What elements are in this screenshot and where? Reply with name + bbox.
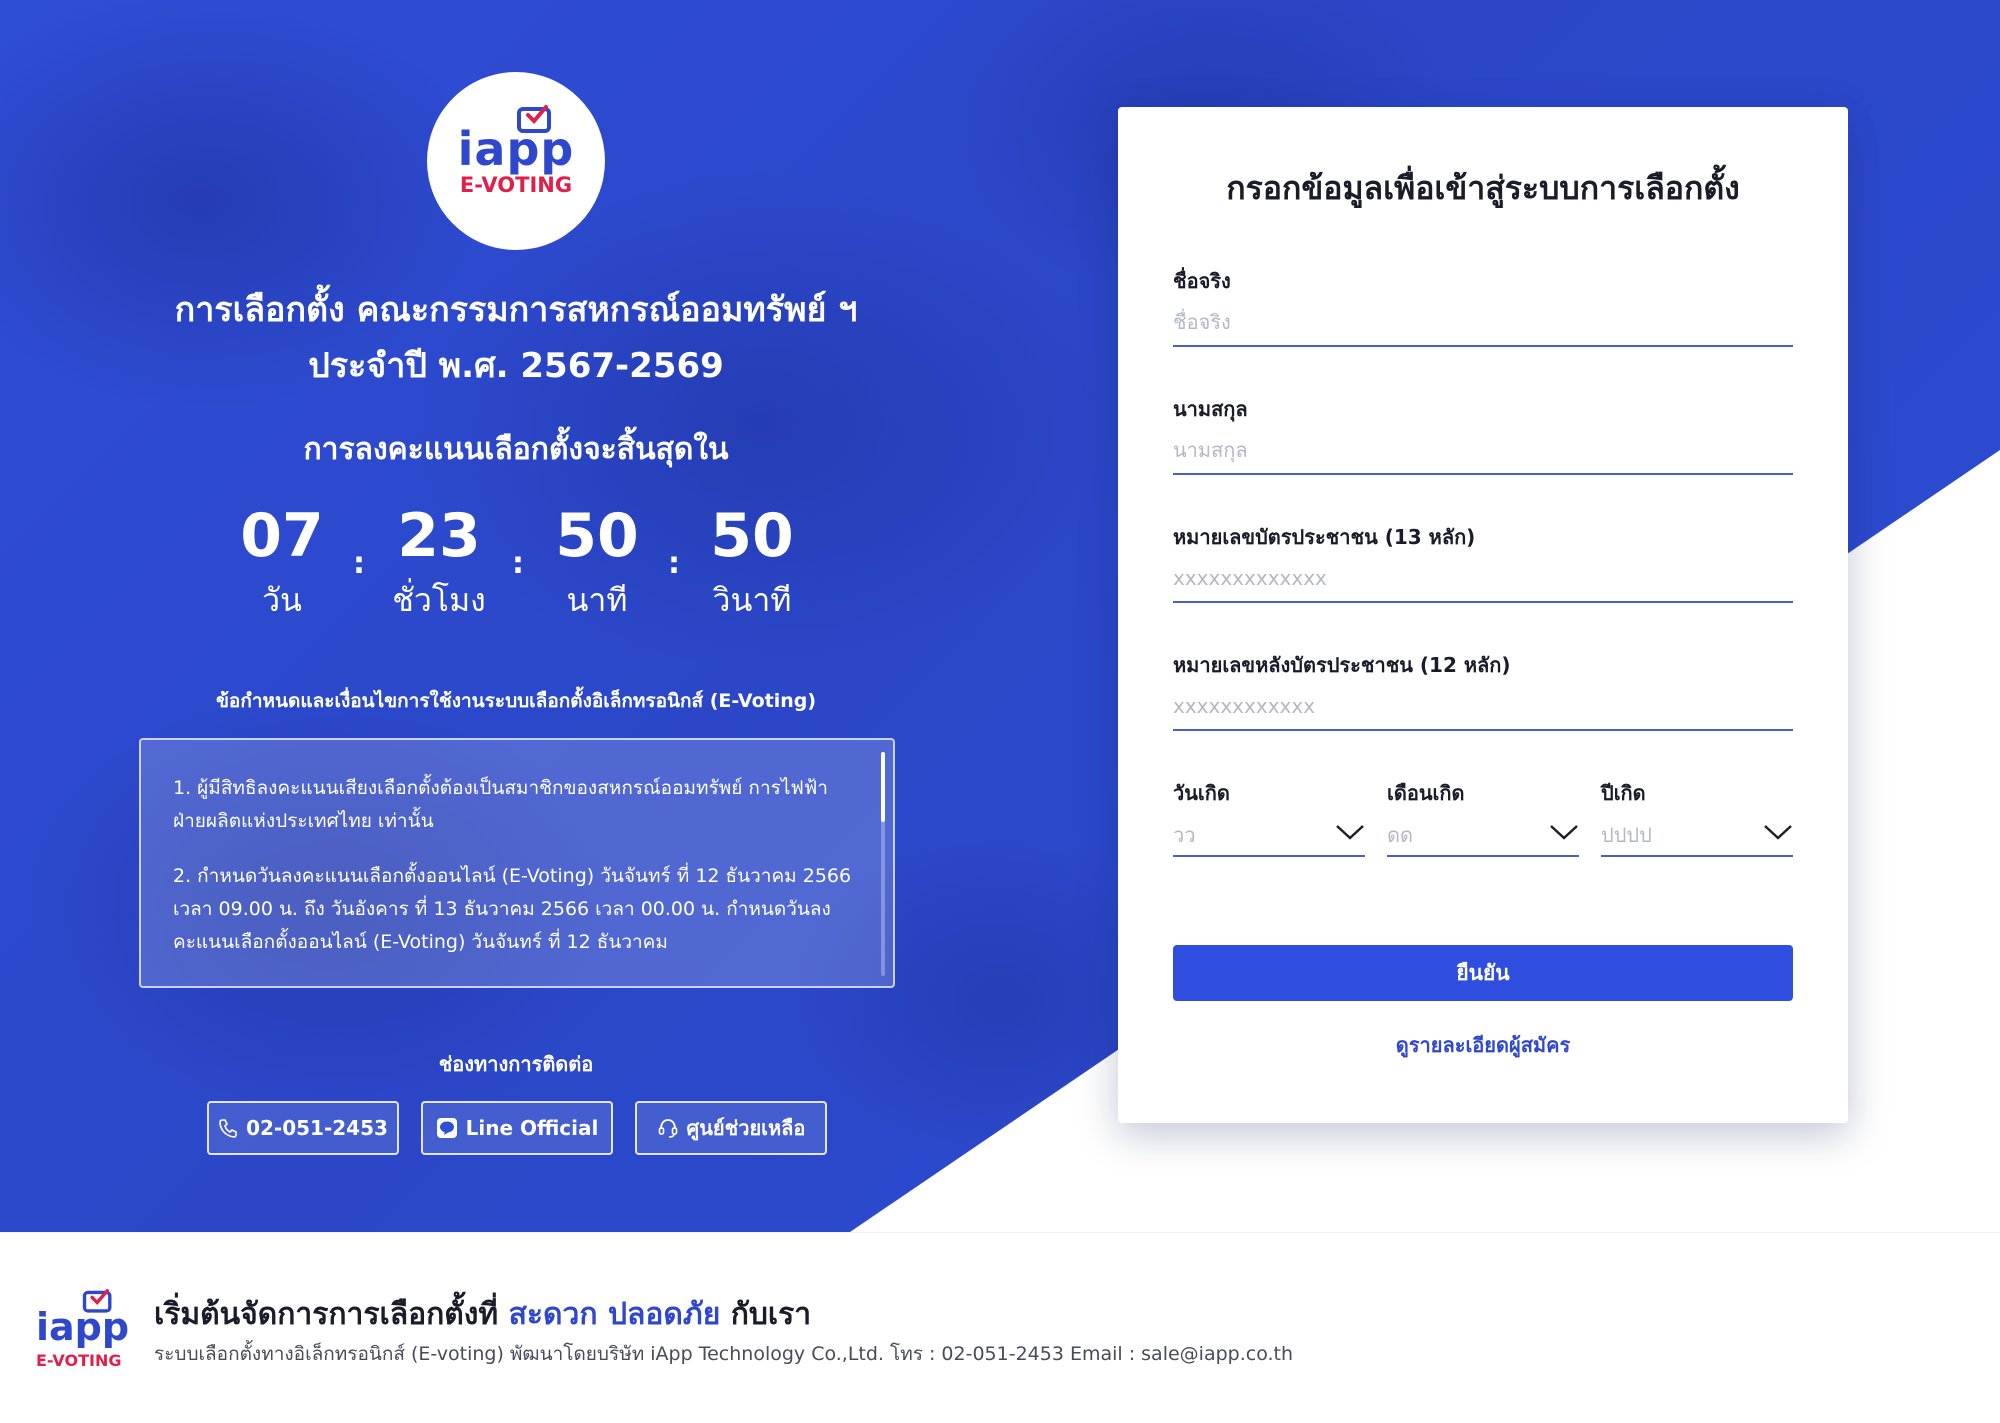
terms-heading: ข้อกำหนดและเงื่อนไขการใช้งานระบบเลือกตั้…	[215, 690, 817, 712]
footer-company-info: ระบบเลือกตั้งทางอิเล็กทรอนิกส์ (E-voting…	[154, 1343, 1294, 1365]
phone-contact-label: 02-051-2453	[246, 1116, 388, 1140]
headset-icon	[658, 1119, 677, 1138]
countdown-days: 07	[240, 501, 324, 571]
birth-day-select[interactable]: วว	[1173, 811, 1365, 857]
countdown-days-label: วัน	[262, 581, 302, 619]
last-name-input[interactable]	[1173, 427, 1793, 475]
chevron-down-icon	[1550, 825, 1578, 840]
footer: iapp E-VOTING เริ่มต้นจัดการการเลือกตั้ง…	[0, 1232, 2000, 1423]
last-name-label: นามสกุล	[1173, 397, 1248, 421]
iapp-evoting-logo: iapp E-VOTING	[427, 72, 605, 250]
footer-logo-subtitle: E-VOTING	[36, 1351, 122, 1370]
birth-month-select[interactable]: ดด	[1387, 811, 1579, 857]
first-name-input[interactable]	[1173, 299, 1793, 347]
birth-day-value: วว	[1173, 823, 1196, 847]
birth-month-label: เดือนเกิด	[1387, 781, 1465, 805]
ballot-check-icon	[516, 105, 551, 133]
countdown-minutes: 50	[555, 501, 639, 571]
countdown-heading: การลงคะแนนเลือกตั้งจะสิ้นสุดใน	[303, 432, 729, 467]
id-card-input[interactable]	[1173, 555, 1793, 603]
terms-scroll-box[interactable]: 1. ผู้มีสิทธิลงคะแนนเสียงเลือกตั้งต้องเป…	[139, 738, 895, 988]
chevron-down-icon	[1764, 825, 1792, 840]
submit-button[interactable]: ยืนยัน	[1173, 945, 1793, 1001]
phone-contact-button[interactable]: 02-051-2453	[207, 1101, 399, 1155]
logo-subtitle: E-VOTING	[459, 173, 573, 197]
countdown-seconds: 50	[710, 501, 794, 571]
footer-headline: เริ่มต้นจัดการการเลือกตั้งที่ สะดวก ปลอด…	[154, 1291, 811, 1338]
terms-text: 1. ผู้มีสิทธิลงคะแนนเสียงเลือกตั้งต้องเป…	[173, 772, 853, 981]
footer-headline-post: กับเรา	[730, 1297, 812, 1332]
help-center-button[interactable]: ศูนย์ช่วยเหลือ	[635, 1101, 827, 1155]
birth-year-label: ปีเกิด	[1601, 781, 1646, 805]
footer-headline-pre: เริ่มต้นจัดการการเลือกตั้งที่	[154, 1297, 499, 1332]
countdown-seconds-label: วินาที	[712, 581, 792, 619]
id-card-back-input[interactable]	[1173, 683, 1793, 731]
birth-day-label: วันเกิด	[1173, 781, 1230, 805]
candidate-details-link[interactable]: ดูรายละเอียดผู้สมัคร	[1118, 1029, 1848, 1061]
form-title: กรอกข้อมูลเพื่อเข้าสู่ระบบการเลือกตั้ง	[1226, 169, 1740, 207]
terms-scrollbar-thumb[interactable]	[881, 752, 885, 822]
line-official-button[interactable]: Line Official	[421, 1101, 613, 1155]
line-official-label: Line Official	[465, 1116, 599, 1140]
id-card-back-label: หมายเลขหลังบัตรประชาชน (12 หลัก)	[1173, 653, 1511, 677]
phone-icon	[219, 1119, 237, 1138]
countdown-hours: 23	[397, 501, 481, 571]
birth-year-select[interactable]: ปปปป	[1601, 811, 1793, 857]
contact-heading: ช่องทางการติดต่อ	[438, 1052, 594, 1076]
birth-month-value: ดด	[1387, 823, 1413, 847]
terms-item-1: 1. ผู้มีสิทธิลงคะแนนเสียงเลือกตั้งต้องเป…	[173, 777, 828, 832]
chevron-down-icon	[1336, 825, 1364, 840]
birth-year-value: ปปปป	[1601, 823, 1652, 847]
id-card-label: หมายเลขบัตรประชาชน (13 หลัก)	[1173, 525, 1476, 549]
election-title-line2: ประจำปี พ.ศ. 2567-2569	[308, 346, 724, 386]
election-title: การเลือกตั้ง คณะกรรมการสหกรณ์ออมทรัพย์ ฯ…	[110, 282, 922, 394]
election-title-line1: การเลือกตั้ง คณะกรรมการสหกรณ์ออมทรัพย์ ฯ	[174, 290, 858, 330]
first-name-label: ชื่อจริง	[1173, 269, 1231, 293]
countdown-minutes-label: นาที	[566, 581, 628, 619]
terms-item-2: 2. กำหนดวันลงคะแนนเลือกตั้งออนไลน์ (E-Vo…	[173, 865, 852, 953]
footer-logo-wordmark: iapp	[36, 1305, 130, 1349]
logo-wordmark: iapp	[458, 105, 575, 173]
line-icon	[436, 1118, 457, 1138]
countdown-hours-label: ชั่วโมง	[392, 581, 486, 619]
footer-logo: iapp E-VOTING	[36, 1287, 130, 1377]
login-form-card: กรอกข้อมูลเพื่อเข้าสู่ระบบการเลือกตั้ง ช…	[1118, 107, 1848, 1123]
help-center-label: ศูนย์ช่วยเหลือ	[686, 1116, 806, 1140]
footer-headline-highlight: สะดวก ปลอดภัย	[508, 1297, 721, 1332]
